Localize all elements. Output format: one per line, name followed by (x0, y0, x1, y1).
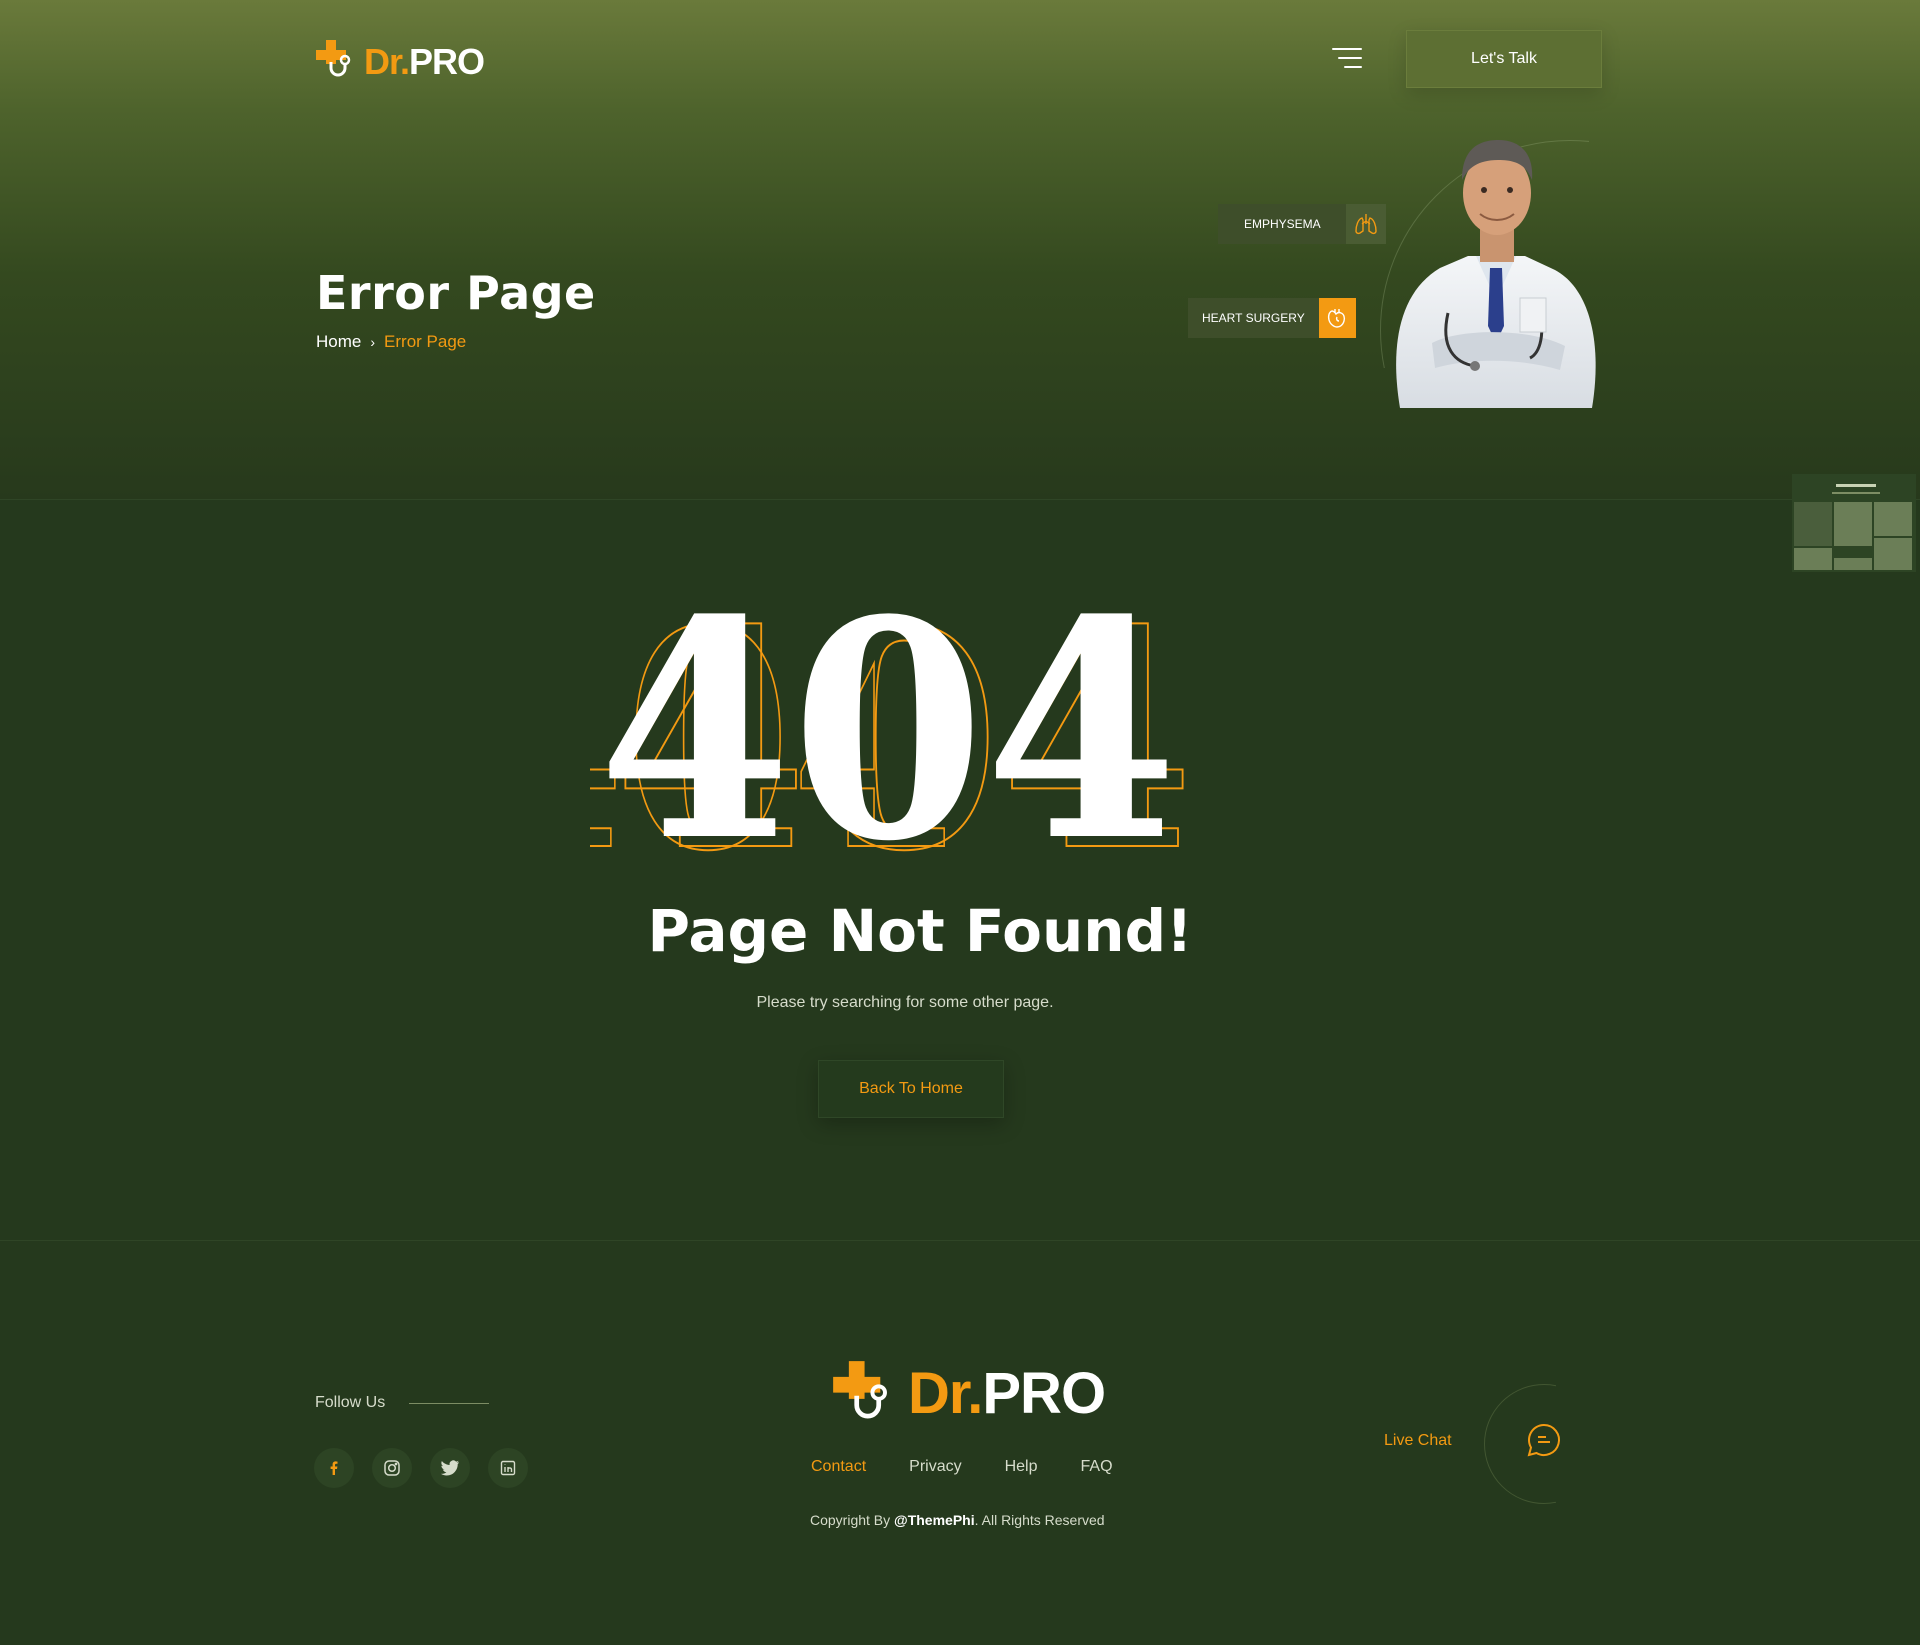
twitter-icon[interactable] (430, 1448, 470, 1488)
footer-logo-dr: Dr. (908, 1361, 983, 1426)
breadcrumb-separator: › (370, 334, 376, 350)
section-divider (0, 1240, 1920, 1241)
page-header: Dr.PRO Let's Talk Error Page Home › Erro… (0, 0, 1920, 572)
medical-cross-logo-icon (314, 38, 356, 85)
error-code-404: 404 404 404 (590, 600, 1195, 860)
lets-talk-button[interactable]: Let's Talk (1406, 30, 1602, 88)
error-code-text: 404 (598, 600, 1178, 860)
facebook-icon[interactable] (314, 1448, 354, 1488)
medical-cross-logo-icon (830, 1358, 896, 1429)
tag-heart-surgery: HEART SURGERY (1188, 298, 1356, 338)
hamburger-icon[interactable] (1332, 48, 1362, 70)
page-title: Error Page (316, 266, 596, 320)
copyright: Copyright By @ThemePhi. All Rights Reser… (810, 1512, 1105, 1528)
copyright-brand[interactable]: @ThemePhi (894, 1512, 975, 1528)
live-chat-link[interactable]: Live Chat (1384, 1432, 1452, 1450)
footer-link-contact[interactable]: Contact (811, 1458, 866, 1476)
breadcrumb: Home › Error Page (316, 332, 466, 352)
follow-us: Follow Us (315, 1394, 490, 1412)
tag-label: EMPHYSEMA (1244, 217, 1321, 231)
footer-nav: Contact Privacy Help FAQ (811, 1458, 1156, 1476)
footer-logo[interactable]: Dr.PRO (830, 1358, 1106, 1429)
doctor-image (1396, 140, 1596, 408)
breadcrumb-home-link[interactable]: Home (316, 332, 361, 352)
footer-link-faq[interactable]: FAQ (1081, 1458, 1113, 1476)
follow-us-label: Follow Us (315, 1394, 386, 1411)
follow-line (409, 1402, 490, 1404)
instagram-icon[interactable] (372, 1448, 412, 1488)
tag-emphysema: EMPHYSEMA (1218, 204, 1386, 244)
linkedin-icon[interactable] (488, 1448, 528, 1488)
logo-dr: Dr. (364, 40, 410, 82)
tag-label: HEART SURGERY (1202, 311, 1305, 325)
footer-logo-pro: PRO (982, 1361, 1106, 1426)
copyright-prefix: Copyright By (810, 1512, 895, 1528)
social-links (314, 1448, 528, 1488)
not-found-title: Page Not Found! (647, 897, 1193, 965)
logo[interactable]: Dr.PRO (314, 38, 485, 85)
case-studies-preview-thumbnail[interactable] (1792, 474, 1916, 572)
breadcrumb-current: Error Page (384, 332, 467, 351)
not-found-subtitle: Please try searching for some other page… (756, 994, 1054, 1011)
copyright-suffix: . All Rights Reserved (974, 1512, 1105, 1528)
back-to-home-button[interactable]: Back To Home (818, 1060, 1004, 1118)
footer-link-help[interactable]: Help (1005, 1458, 1038, 1476)
logo-pro: PRO (409, 40, 485, 82)
chat-bubble-icon[interactable] (1526, 1422, 1562, 1458)
footer-link-privacy[interactable]: Privacy (909, 1458, 961, 1476)
heart-icon (1318, 298, 1356, 338)
